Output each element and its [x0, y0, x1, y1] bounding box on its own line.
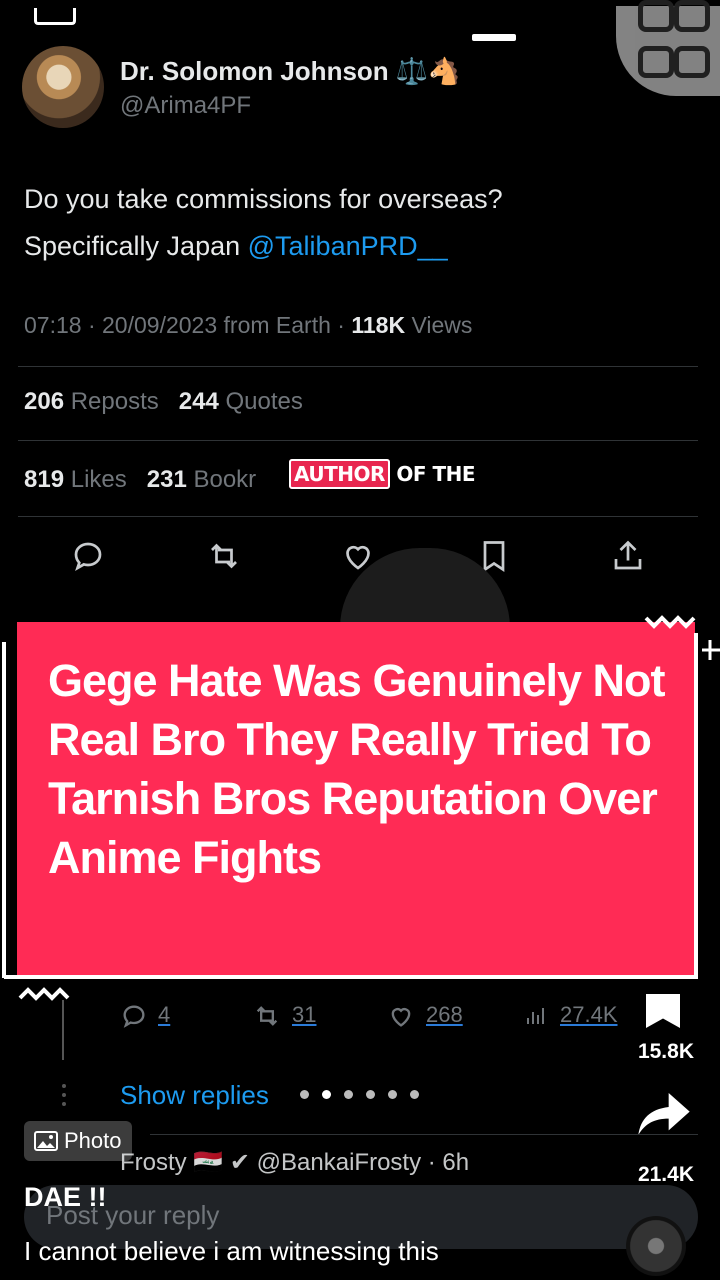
- post-description: I cannot believe i am witnessing this: [24, 1236, 439, 1266]
- likes-stat[interactable]: 819 Likes: [24, 466, 127, 493]
- show-replies-link[interactable]: Show replies: [120, 1080, 269, 1111]
- photo-icon: [34, 1131, 58, 1151]
- divider: [150, 1134, 698, 1135]
- share-arrow-icon[interactable]: [636, 1088, 692, 1140]
- share-icon[interactable]: [610, 538, 646, 574]
- carousel-dot[interactable]: [388, 1090, 397, 1099]
- zigzag-decoration: [644, 615, 696, 629]
- grid-menu-icon[interactable]: [616, 0, 720, 96]
- reposts-stat[interactable]: 206 Reposts: [24, 388, 159, 415]
- overlay-label-rest: OF THE: [389, 462, 476, 486]
- reply-repost-icon[interactable]: [252, 1002, 282, 1030]
- divider: [18, 516, 698, 517]
- overlay-label: AUTHOR OF THE: [289, 459, 476, 489]
- repost-icon[interactable]: [206, 538, 242, 574]
- zigzag-decoration: [18, 987, 70, 1001]
- reply-comments-count[interactable]: 4: [158, 1002, 170, 1028]
- carousel-dot[interactable]: [344, 1090, 353, 1099]
- thread-line: [62, 1000, 64, 1060]
- bookmark-count: 15.8K: [637, 1040, 694, 1063]
- reply-icon[interactable]: [70, 538, 106, 574]
- user-handle[interactable]: @Arima4PF: [120, 92, 251, 120]
- reposts-quotes-stats: 206 Reposts 244 Quotes: [24, 388, 303, 416]
- reply-reposts-count[interactable]: 31: [292, 1002, 316, 1028]
- display-name[interactable]: Dr. Solomon Johnson ⚖️🐴: [120, 56, 461, 87]
- card-frame: [4, 975, 698, 979]
- carousel-dot[interactable]: [300, 1090, 309, 1099]
- share-count: 21.4K: [637, 1163, 694, 1186]
- card-frame: [694, 633, 698, 978]
- reply-views-count[interactable]: 27.4K: [560, 1002, 618, 1028]
- post-title: DAE !!: [24, 1182, 107, 1212]
- photo-badge-label: Photo: [64, 1128, 122, 1153]
- views-count: 118K: [351, 312, 406, 338]
- thread-dots: [62, 1084, 70, 1106]
- likes-bookmarks-stats: 819 Likes 231 Bookr: [24, 466, 256, 494]
- avatar[interactable]: [22, 46, 104, 128]
- carousel-dot[interactable]: [366, 1090, 375, 1099]
- reply-comment-icon[interactable]: [120, 1002, 148, 1030]
- top-dash-indicator: [472, 34, 516, 41]
- tweet-text: Do you take commissions for overseas? Sp…: [24, 176, 664, 270]
- card-frame: [2, 642, 6, 978]
- next-reply-author[interactable]: Frosty 🇮🇶 ✔ @BankaiFrosty · 6h: [120, 1148, 469, 1177]
- photo-badge: Photo: [24, 1121, 132, 1161]
- music-disc-icon[interactable]: [626, 1216, 686, 1276]
- carousel-dot[interactable]: [322, 1090, 331, 1099]
- views-label: Views: [405, 312, 473, 338]
- tweet-text-line-1: Do you take commissions for overseas?: [24, 184, 503, 214]
- plus-decoration: [702, 640, 720, 660]
- tweet-text-line-2: Specifically Japan @TalibanPRD__: [24, 223, 664, 270]
- carousel-dot[interactable]: [410, 1090, 419, 1099]
- reply-views-icon[interactable]: [522, 1004, 550, 1028]
- divider: [18, 440, 698, 441]
- reply-likes-count[interactable]: 268: [426, 1002, 463, 1028]
- tweet-date: 20/09/2023 from Earth: [102, 312, 331, 338]
- reply-like-icon[interactable]: [386, 1002, 416, 1030]
- caption-text: Gege Hate Was Genuinely Not Real Bro The…: [48, 655, 665, 883]
- tweet-meta: 07:18 · 20/09/2023 from Earth · 118K Vie…: [24, 312, 473, 338]
- tweet-time: 07:18: [24, 312, 82, 338]
- tweet-text-prefix: Specifically Japan: [24, 231, 248, 261]
- bookmarks-stat[interactable]: 231 Bookr: [147, 466, 256, 493]
- carousel-dots: [300, 1086, 432, 1104]
- mention-link[interactable]: @TalibanPRD__: [248, 231, 448, 261]
- favorite-bookmark-icon[interactable]: [640, 994, 686, 1028]
- quotes-stat[interactable]: 244 Quotes: [179, 388, 303, 415]
- overlay-label-boxed: AUTHOR: [289, 459, 390, 489]
- top-bar-fragment: [34, 8, 76, 25]
- divider: [18, 366, 698, 367]
